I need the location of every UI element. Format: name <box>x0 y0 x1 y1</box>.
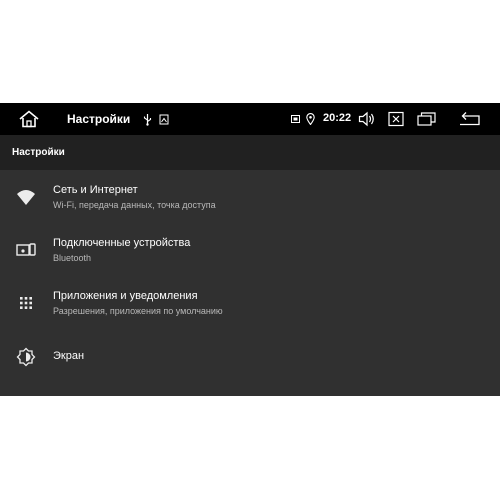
settings-item-apps[interactable]: Приложения и уведомления Разрешения, при… <box>0 276 500 328</box>
settings-item-display[interactable]: Экран <box>0 329 500 381</box>
apps-grid-icon <box>16 293 36 313</box>
brightness-icon <box>16 347 36 367</box>
item-title: Приложения и уведомления <box>53 290 198 302</box>
item-subtitle: Разрешения, приложения по умолчанию <box>53 306 223 316</box>
clock: 20:22 <box>323 112 352 124</box>
settings-item-connected-devices[interactable]: Подключенные устройства Bluetooth <box>0 223 500 275</box>
media-notification-icon <box>291 115 300 123</box>
item-title: Экран <box>53 350 85 362</box>
volume-icon[interactable] <box>358 111 376 127</box>
close-app-icon[interactable] <box>388 111 404 127</box>
statusbar-title: Настройки <box>67 112 131 126</box>
wifi-icon <box>16 187 36 207</box>
settings-item-network[interactable]: Сеть и Интернет Wi-Fi, передача данных, … <box>0 170 500 222</box>
usb-icon <box>143 113 152 126</box>
recent-apps-icon[interactable] <box>417 111 437 127</box>
back-icon[interactable] <box>458 111 482 127</box>
screenshot-icon <box>159 114 169 125</box>
settings-list: Сеть и Интернет Wi-Fi, передача данных, … <box>0 170 500 396</box>
item-title: Подключенные устройства <box>53 237 191 249</box>
status-bar: Настройки 20:22 <box>0 103 500 135</box>
page-title: Настройки <box>12 147 65 158</box>
item-title: Сеть и Интернет <box>53 184 138 196</box>
settings-header: Настройки <box>0 135 500 170</box>
device-screen: Настройки 20:22 Настройки Сеть и Интерне… <box>0 103 500 396</box>
location-icon <box>306 113 315 125</box>
item-subtitle: Wi-Fi, передача данных, точка доступа <box>53 200 216 210</box>
connected-devices-icon <box>16 240 36 260</box>
home-icon[interactable] <box>18 110 40 128</box>
item-subtitle: Bluetooth <box>53 253 92 263</box>
